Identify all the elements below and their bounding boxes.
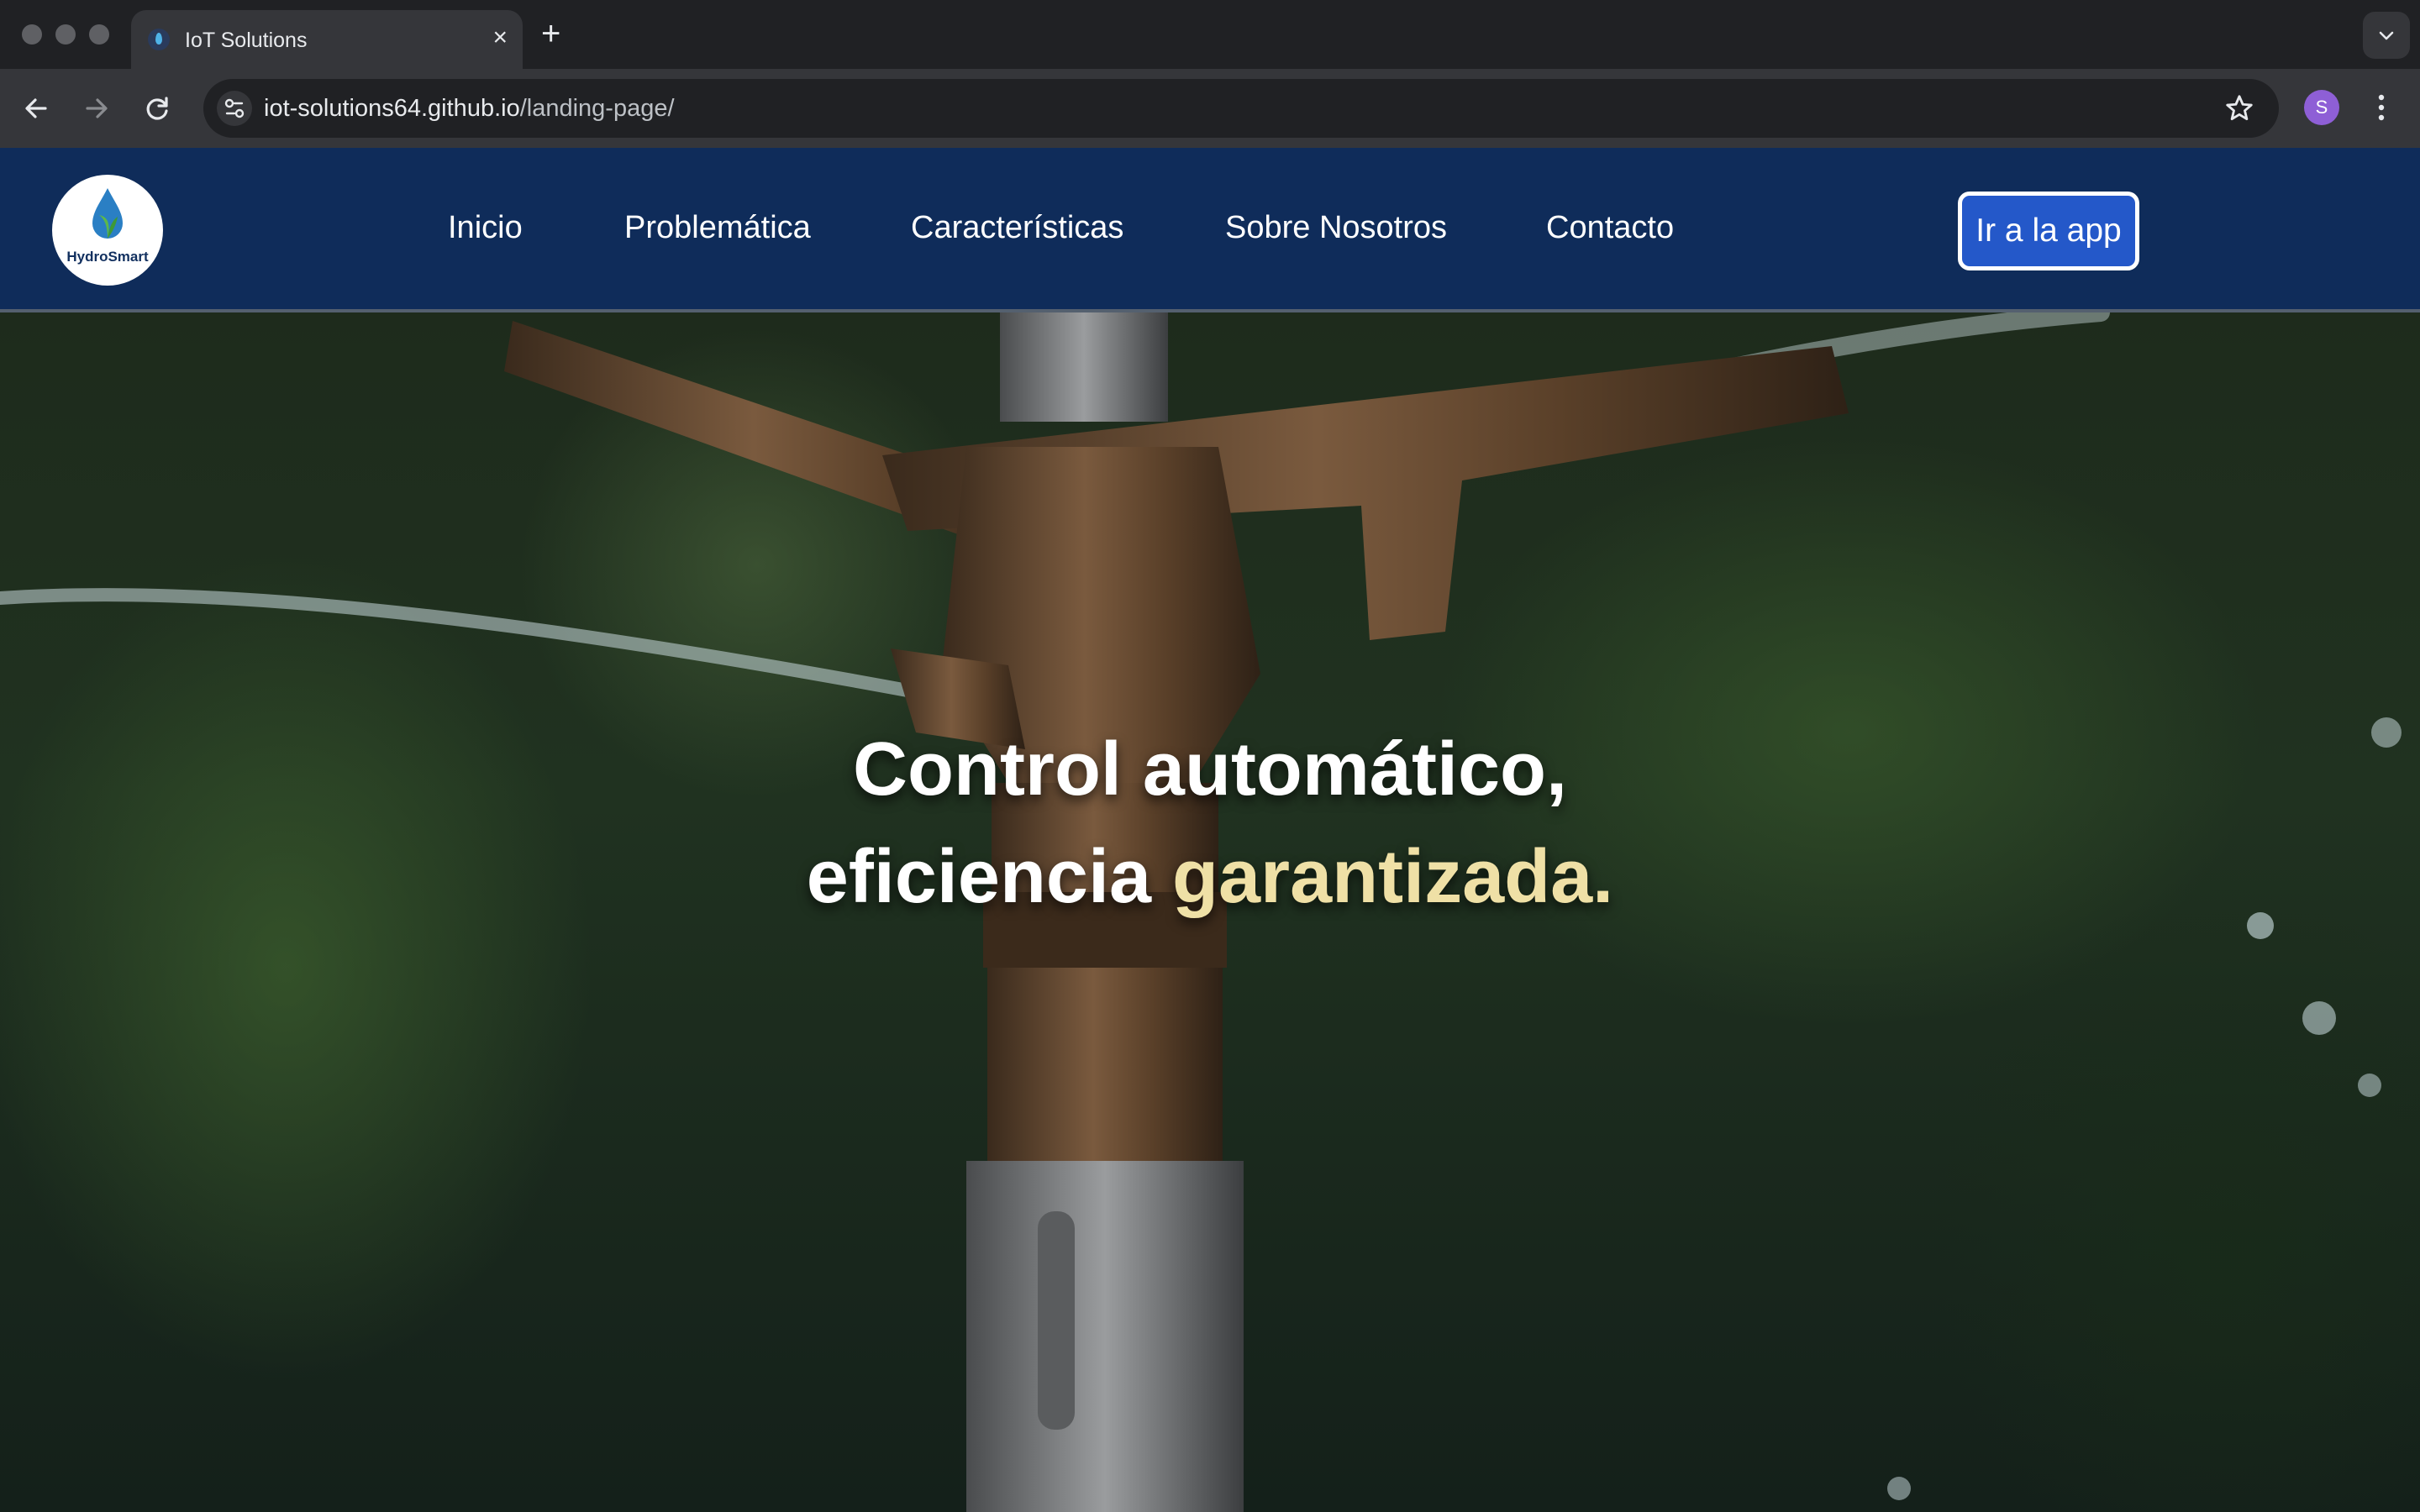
arrow-left-icon (25, 98, 47, 118)
browser-tab-bar: IoT Solutions × + (0, 0, 2420, 69)
profile-avatar[interactable]: S (2304, 90, 2339, 125)
tune-icon (224, 98, 245, 118)
browser-tab[interactable]: IoT Solutions × (131, 10, 523, 69)
nav-link-sobre-nosotros[interactable]: Sobre Nosotros (1225, 210, 1447, 246)
url-host: iot-solutions64.github.io (264, 95, 520, 122)
window-minimize-dot[interactable] (55, 24, 76, 45)
url-path: /landing-page/ (519, 95, 675, 122)
nav-link-contacto[interactable]: Contacto (1546, 210, 1674, 246)
chevron-down-icon (2379, 31, 2394, 40)
forward-button[interactable] (77, 89, 116, 128)
arrow-right-icon (86, 98, 108, 118)
more-menu-icon[interactable] (2373, 91, 2390, 124)
site-info-button[interactable] (217, 91, 252, 126)
hero-line-2-start: eficiencia (806, 835, 1173, 919)
url-text: iot-solutions64.github.io/landing-page/ (264, 95, 675, 123)
tab-title: IoT Solutions (185, 29, 308, 52)
nav-link-caracteristicas[interactable]: Características (911, 210, 1123, 246)
reload-icon (146, 97, 168, 120)
back-button[interactable] (17, 89, 55, 128)
logo-text: HydroSmart (66, 249, 149, 265)
window-zoom-dot[interactable] (89, 24, 109, 45)
site-navbar: HydroSmart Inicio Problemática Caracterí… (0, 148, 2420, 312)
hero-line-2-accent: garantizada. (1172, 835, 1614, 919)
hero-line-1: Control automático, (853, 727, 1567, 811)
window-close-dot[interactable] (22, 24, 42, 45)
browser-toolbar: iot-solutions64.github.io/landing-page/ (0, 69, 2420, 148)
address-bar[interactable]: iot-solutions64.github.io/landing-page/ (203, 79, 2279, 138)
water-drop-leaf-icon (92, 188, 123, 239)
bookmark-star-icon[interactable] (2223, 92, 2255, 124)
site-logo[interactable]: HydroSmart (52, 175, 163, 286)
tab-search-button[interactable] (2363, 12, 2410, 59)
favicon-icon (148, 29, 170, 50)
new-tab-icon[interactable]: + (541, 12, 560, 55)
hero-headline: Control automático, eficiencia garantiza… (0, 716, 2420, 931)
tab-close-icon[interactable]: × (492, 25, 508, 50)
web-page: HydroSmart Inicio Problemática Caracterí… (0, 148, 2420, 1512)
nav-link-inicio[interactable]: Inicio (448, 210, 523, 246)
go-to-app-button[interactable]: Ir a la app (1958, 192, 2139, 270)
hero-section: Control automático, eficiencia garantiza… (0, 312, 2420, 1512)
reload-button[interactable] (138, 89, 176, 128)
nav-link-problematica[interactable]: Problemática (624, 210, 811, 246)
